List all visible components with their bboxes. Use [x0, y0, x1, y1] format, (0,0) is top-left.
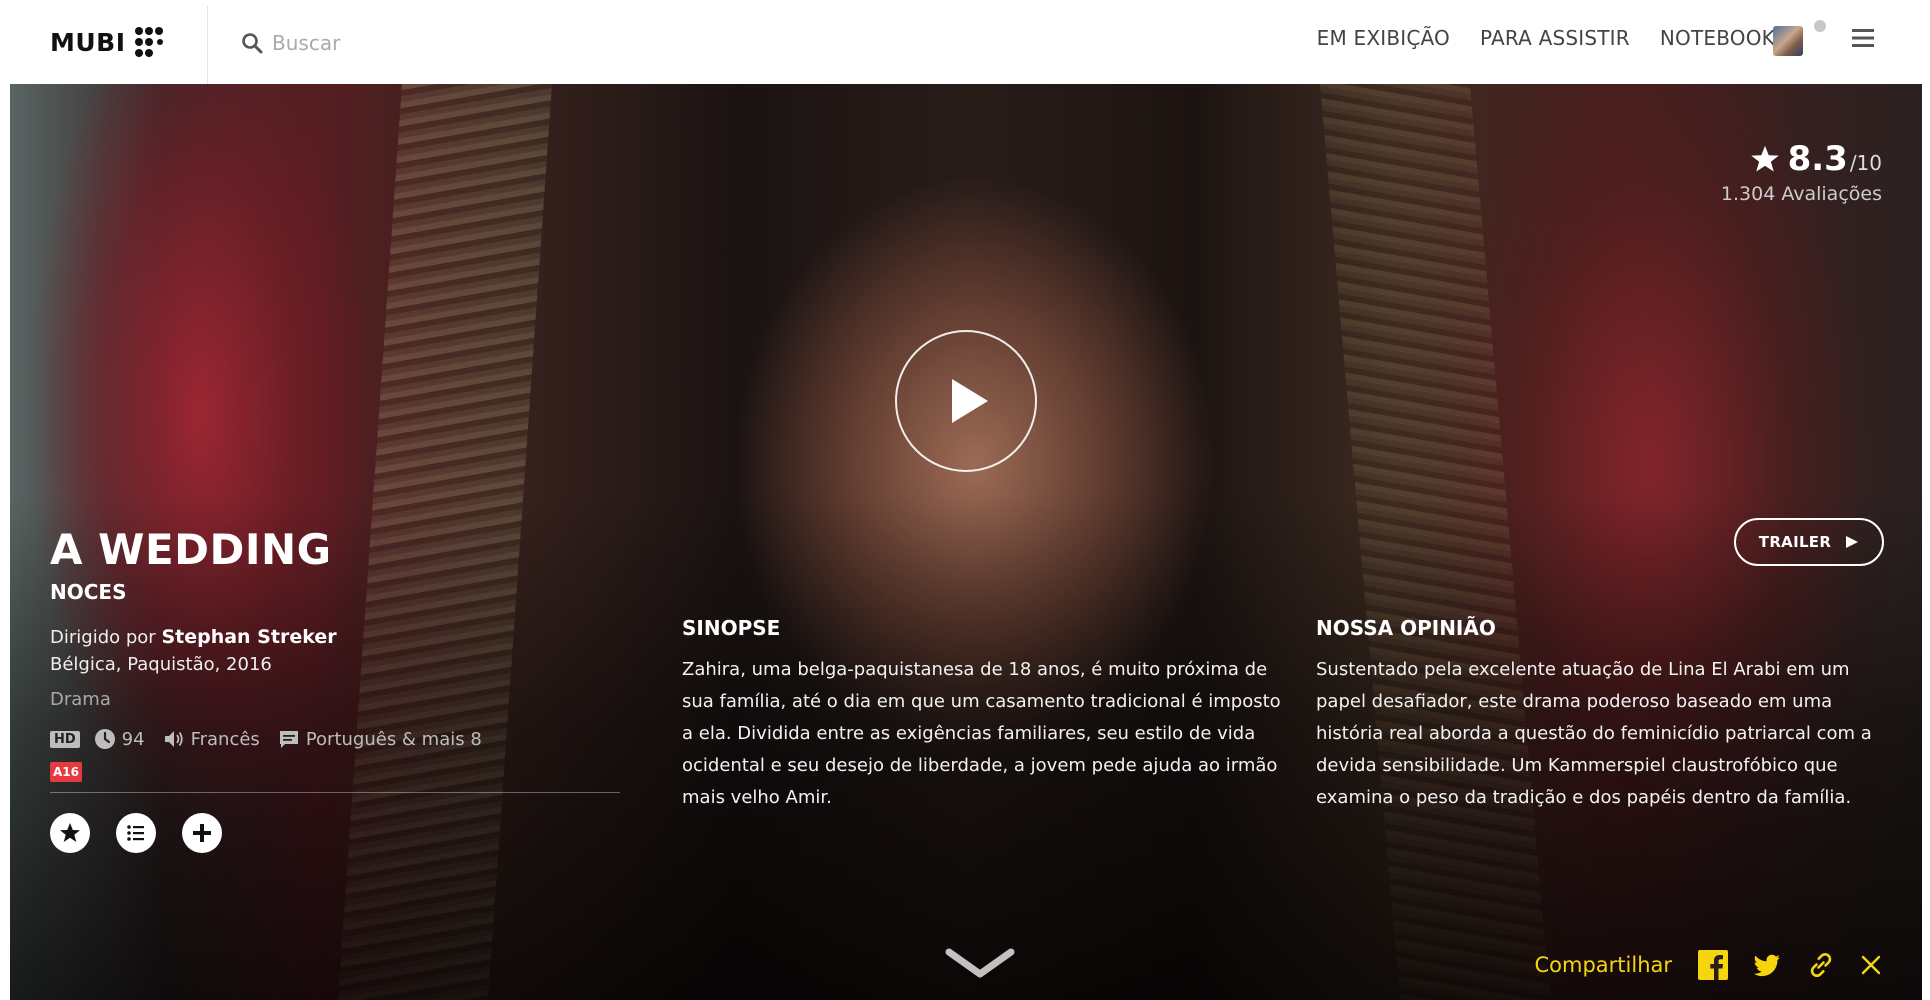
duration: 94: [94, 728, 145, 750]
mubi-logo[interactable]: MUBI: [50, 22, 168, 62]
play-icon: [1846, 536, 1859, 548]
trailer-button[interactable]: TRAILER: [1734, 518, 1884, 566]
play-icon: [952, 379, 988, 423]
audio-language: Francês: [163, 728, 260, 750]
search-box[interactable]: [240, 28, 532, 58]
search-input[interactable]: [272, 31, 532, 55]
genre[interactable]: Drama: [50, 689, 630, 710]
user-avatar[interactable]: [1773, 26, 1803, 56]
rating-max: /10: [1849, 151, 1882, 175]
add-to-list-button[interactable]: [116, 813, 156, 853]
director-line: Dirigido por Stephan Streker: [50, 626, 630, 648]
rating-count[interactable]: 1.304 Avaliações: [1721, 183, 1882, 205]
original-title: NOCES: [50, 580, 127, 604]
menu-icon[interactable]: [1852, 28, 1874, 48]
age-rating-badge: A16: [50, 762, 82, 782]
nav-para-assistir[interactable]: PARA ASSISTIR: [1480, 26, 1630, 50]
star-icon: [1750, 145, 1779, 172]
chevron-down-icon[interactable]: [945, 946, 1015, 982]
synopsis-section: SINOPSE Zahira, uma belga-paquistanesa d…: [682, 616, 1282, 814]
logo-text: MUBI: [50, 27, 126, 57]
country-year: Bélgica, Paquistão, 2016: [50, 654, 272, 675]
film-title: A WEDDING: [50, 525, 332, 574]
nav-notebook[interactable]: NOTEBOOK: [1660, 26, 1775, 50]
rating-score: 8.3: [1787, 139, 1848, 179]
trailer-label: TRAILER: [1758, 533, 1832, 551]
facebook-icon[interactable]: [1698, 950, 1728, 980]
directed-by-label: Dirigido por: [50, 627, 156, 648]
top-nav-bar: MUBI EM EXIBIÇÃO PARA ASSISTIR NOTEBOOK: [0, 0, 1930, 84]
opinion-body: Sustentado pela excelente atuação de Lin…: [1316, 659, 1872, 808]
film-info: A WEDDING NOCES Dirigido por Stephan Str…: [50, 526, 630, 853]
synopsis-body: Zahira, uma belga-paquistanesa de 18 ano…: [682, 659, 1281, 808]
info-divider: [50, 792, 620, 793]
nav-em-exibicao[interactable]: EM EXIBIÇÃO: [1317, 26, 1450, 50]
synopsis-heading: SINOPSE: [682, 616, 781, 640]
notification-dot[interactable]: [1814, 20, 1826, 32]
opinion-section: NOSSA OPINIÃO Sustentado pela excelente …: [1316, 616, 1896, 814]
clock-icon: [94, 729, 115, 749]
main-nav: EM EXIBIÇÃO PARA ASSISTIR NOTEBOOK: [1287, 26, 1775, 50]
film-meta: HD 94 Francês Português & mais 8: [50, 728, 630, 750]
duration-value: 94: [121, 728, 145, 750]
hd-badge: HD: [50, 730, 80, 748]
rating-box: 8.3 /10 1.304 Avaliações: [1721, 139, 1882, 205]
opinion-heading: NOSSA OPINIÃO: [1316, 616, 1496, 640]
close-icon[interactable]: [1860, 954, 1882, 976]
director-link[interactable]: Stephan Streker: [161, 626, 336, 648]
play-button[interactable]: [895, 330, 1037, 472]
audio-value: Francês: [190, 728, 260, 750]
subtitles-value: Português & mais 8: [305, 728, 482, 750]
rating-row: 8.3 /10: [1721, 139, 1882, 179]
rate-button[interactable]: [50, 813, 90, 853]
header-divider: [207, 6, 208, 84]
rate-icon: [60, 823, 80, 842]
add-to-watchlist-button[interactable]: [182, 813, 222, 853]
subtitle-languages[interactable]: Português & mais 8: [278, 728, 482, 750]
film-hero: 8.3 /10 1.304 Avaliações TRAILER A WEDDI…: [10, 84, 1922, 1000]
film-actions: [50, 813, 630, 853]
link-icon[interactable]: [1806, 950, 1836, 980]
share-bar: Compartilhar: [1534, 950, 1882, 980]
subtitles-icon: [279, 731, 298, 748]
twitter-icon[interactable]: [1752, 950, 1782, 980]
share-label: Compartilhar: [1534, 953, 1672, 977]
search-icon: [242, 33, 263, 54]
speaker-icon: [164, 731, 183, 747]
list-icon: [127, 825, 144, 841]
logo-dots-icon: [134, 27, 163, 57]
add-icon: [193, 824, 211, 842]
